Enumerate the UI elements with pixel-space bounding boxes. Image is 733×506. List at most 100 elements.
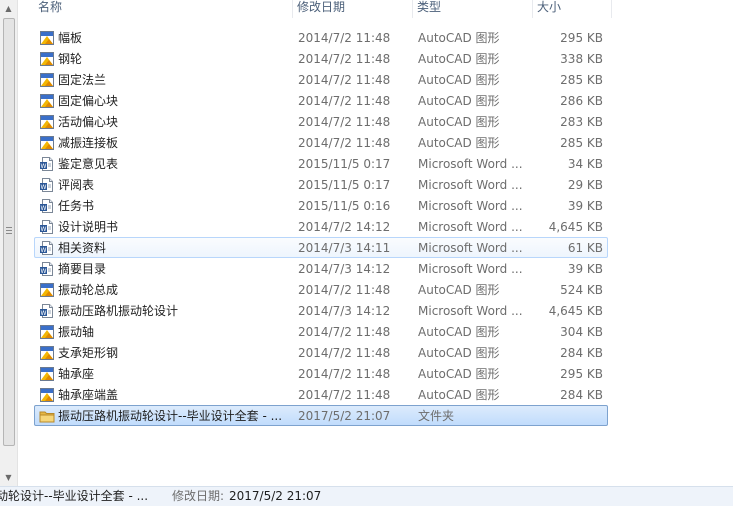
file-modified-date: 2014/7/3 14:11 [298,241,391,255]
file-type: Microsoft Word ... [418,262,523,276]
file-name: 钢轮 [58,52,83,66]
file-name: 轴承座端盖 [58,388,119,402]
file-size: 284 KB [560,388,603,402]
file-name: 摘要目录 [58,262,107,276]
file-type: AutoCAD 图形 [418,283,500,297]
svg-text:W: W [41,268,47,275]
column-size-header[interactable]: 大小 [533,0,612,18]
file-size: 295 KB [560,367,603,381]
file-row[interactable]: 轴承座端盖 2014/7/2 11:48 AutoCAD 图形 284 KB [34,384,608,405]
word-icon: W [39,240,55,256]
file-row[interactable]: 轴承座 2014/7/2 11:48 AutoCAD 图形 295 KB [34,363,608,384]
file-type: Microsoft Word ... [418,241,523,255]
file-name: 幅板 [58,31,83,45]
file-name: 评阅表 [58,178,95,192]
file-name: 振动轴 [58,325,95,339]
file-size: 34 KB [567,157,603,171]
word-icon: W [39,261,55,277]
word-icon: W [39,303,55,319]
file-type: AutoCAD 图形 [418,94,500,108]
scroll-thumb[interactable] [3,18,15,446]
file-type: Microsoft Word ... [418,178,523,192]
file-size: 4,645 KB [548,220,603,234]
word-icon: W [39,219,55,235]
file-row[interactable]: W 摘要目录 2014/7/3 14:12 Microsoft Word ... 39 … [34,258,608,279]
details-pane: 动轮设计--毕业设计全套 - ... 修改日期: 2017/5/2 21:07 [0,486,733,506]
svg-text:W: W [41,310,47,317]
autocad-icon [39,72,55,88]
svg-text:W: W [41,184,47,191]
file-type: AutoCAD 图形 [418,115,500,129]
file-name: 轴承座 [58,367,95,381]
column-name-header[interactable]: 名称 [34,0,293,18]
file-size: 285 KB [560,73,603,87]
file-row[interactable]: 支承矩形钢 2014/7/2 11:48 AutoCAD 图形 284 KB [34,342,608,363]
file-row[interactable]: 减振连接板 2014/7/2 11:48 AutoCAD 图形 285 KB [34,132,608,153]
file-modified-date: 2014/7/2 11:48 [298,31,391,45]
file-row[interactable]: W 任务书 2015/11/5 0:16 Microsoft Word ... 39 K… [34,195,608,216]
file-row[interactable]: W 评阅表 2015/11/5 0:17 Microsoft Word ... 29 K… [34,174,608,195]
modified-date-value: 2017/5/2 21:07 [229,489,322,503]
selected-item-name: 动轮设计--毕业设计全套 - ... [0,489,149,503]
file-size: 286 KB [560,94,603,108]
file-type: Microsoft Word ... [418,304,523,318]
file-type: AutoCAD 图形 [418,367,500,381]
file-list: 幅板 2014/7/2 11:48 AutoCAD 图形 295 KB 钢轮 2014/7… [34,27,608,426]
file-type: Microsoft Word ... [418,199,523,213]
file-row[interactable]: 幅板 2014/7/2 11:48 AutoCAD 图形 295 KB [34,27,608,48]
file-name: 振动压路机振动轮设计 [58,304,179,318]
column-header: 名称 修改日期 类型 大小 [17,0,733,18]
file-row[interactable]: W 鉴定意见表 2015/11/5 0:17 Microsoft Word ... 34… [34,153,608,174]
file-name: 振动轮总成 [58,283,119,297]
file-modified-date: 2017/5/2 21:07 [298,409,391,423]
file-row[interactable]: 固定法兰 2014/7/2 11:48 AutoCAD 图形 285 KB [34,69,608,90]
autocad-icon [39,93,55,109]
file-name: 鉴定意见表 [58,157,119,171]
file-size: 338 KB [560,52,603,66]
autocad-icon [39,51,55,67]
file-type: AutoCAD 图形 [418,52,500,66]
file-size: 304 KB [560,325,603,339]
file-row[interactable]: 活动偏心块 2014/7/2 11:48 AutoCAD 图形 283 KB [34,111,608,132]
column-date-header[interactable]: 修改日期 [293,0,413,18]
autocad-icon [39,345,55,361]
modified-date-label: 修改日期: [172,489,225,503]
scroll-down-arrow-icon[interactable]: ▼ [0,469,17,486]
autocad-icon [39,387,55,403]
file-modified-date: 2014/7/2 11:48 [298,367,391,381]
file-row[interactable]: W 设计说明书 2014/7/2 14:12 Microsoft Word ... 4,… [34,216,608,237]
file-row[interactable]: 振动压路机振动轮设计--毕业设计全套 - ... 2017/5/2 21:07 文件… [34,405,608,426]
file-row[interactable]: 固定偏心块 2014/7/2 11:48 AutoCAD 图形 286 KB [34,90,608,111]
file-type: AutoCAD 图形 [418,325,500,339]
file-type: AutoCAD 图形 [418,136,500,150]
file-type: Microsoft Word ... [418,220,523,234]
file-modified-date: 2014/7/2 11:48 [298,325,391,339]
word-icon: W [39,177,55,193]
file-size: 61 KB [567,241,603,255]
svg-text:W: W [41,247,47,254]
file-modified-date: 2014/7/2 11:48 [298,346,391,360]
file-row[interactable]: W 振动压路机振动轮设计 2014/7/3 14:12 Microsoft Word … [34,300,608,321]
file-row[interactable]: 振动轴 2014/7/2 11:48 AutoCAD 图形 304 KB [34,321,608,342]
file-row[interactable]: 钢轮 2014/7/2 11:48 AutoCAD 图形 338 KB [34,48,608,69]
file-size: 29 KB [567,178,603,192]
svg-text:W: W [41,163,47,170]
svg-text:W: W [41,205,47,212]
autocad-icon [39,114,55,130]
file-row[interactable]: 振动轮总成 2014/7/2 11:48 AutoCAD 图形 524 KB [34,279,608,300]
vertical-scrollbar[interactable]: ▲ ▼ [0,0,18,486]
file-modified-date: 2015/11/5 0:17 [298,178,391,192]
file-type: 文件夹 [418,409,455,423]
scroll-up-arrow-icon[interactable]: ▲ [0,0,17,17]
autocad-icon [39,324,55,340]
file-modified-date: 2014/7/2 14:12 [298,220,391,234]
file-row[interactable]: W 相关资料 2014/7/3 14:11 Microsoft Word ... 61 … [34,237,608,258]
file-modified-date: 2014/7/2 11:48 [298,283,391,297]
file-name: 固定法兰 [58,73,107,87]
file-name: 支承矩形钢 [58,346,119,360]
file-modified-date: 2014/7/2 11:48 [298,388,391,402]
column-type-header[interactable]: 类型 [413,0,533,18]
file-name: 设计说明书 [58,220,119,234]
file-size: 285 KB [560,136,603,150]
file-name: 相关资料 [58,241,107,255]
